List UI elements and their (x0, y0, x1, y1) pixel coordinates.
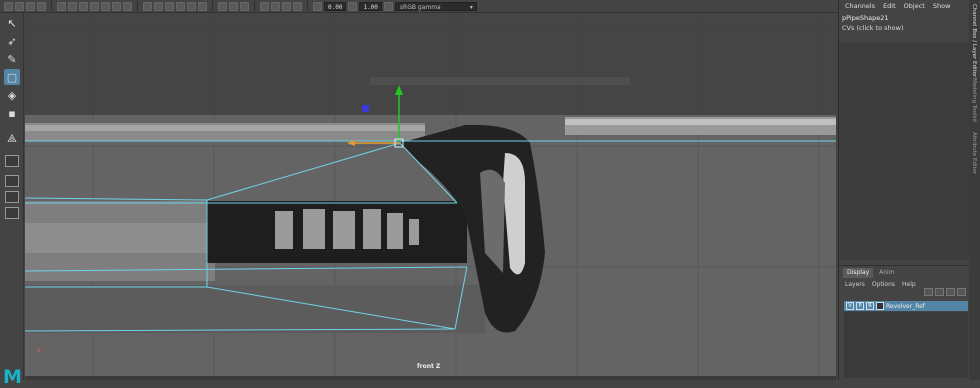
field-chart-icon[interactable] (101, 1, 110, 11)
wireframe-on-shaded-icon[interactable] (165, 1, 174, 11)
object-name[interactable]: pPipeShape21 (839, 14, 969, 22)
textured-icon[interactable] (176, 1, 185, 11)
menu-edit[interactable]: Edit (883, 2, 896, 10)
isolate-select-icon[interactable] (260, 1, 269, 11)
menu-show[interactable]: Show (933, 2, 951, 10)
toolbox: ↖ ➶ ✎ ▢ ◈ ▪ ⟁ M (0, 13, 24, 388)
toolbar-divider (137, 1, 138, 11)
viewport-panel[interactable]: z front Z (25, 13, 836, 380)
backface-culling-icon[interactable] (293, 1, 302, 11)
persp-outliner-layout-icon[interactable] (5, 191, 19, 203)
channel-box-menu: Channels Edit Object Show (839, 0, 969, 12)
side-tab-attribute-editor[interactable]: Attribute Editor (971, 132, 977, 174)
layer-playback-toggle[interactable]: P (856, 302, 864, 310)
ambient-occlusion-icon[interactable] (218, 1, 227, 11)
resolution-gate-icon[interactable] (79, 1, 88, 11)
menu-help[interactable]: Help (902, 281, 916, 288)
lights-icon[interactable] (187, 1, 196, 11)
menu-layers[interactable]: Layers (845, 281, 865, 288)
toolbar-divider (51, 1, 52, 11)
cvs-show-link[interactable]: CVs (click to show) (839, 24, 969, 32)
layer-list-area (844, 312, 968, 378)
menu-channels[interactable]: Channels (845, 2, 875, 10)
layer-row[interactable]: V P R Revolver_Ref (844, 301, 968, 311)
move-layer-up-icon[interactable] (924, 288, 933, 296)
channel-list-area (839, 42, 970, 260)
gamma-icon[interactable] (348, 1, 358, 11)
axis-indicator: z (37, 346, 41, 354)
gate-mask-icon[interactable] (90, 1, 99, 11)
tab-anim[interactable]: Anim (875, 268, 898, 278)
toolbar-divider (212, 1, 213, 11)
layer-editor: Display Anim Layers Options Help V P R R… (839, 265, 970, 380)
smooth-shade-icon[interactable] (154, 1, 163, 11)
xray-icon[interactable] (271, 1, 280, 11)
film-gate-icon[interactable] (68, 1, 77, 11)
layer-color-swatch[interactable] (876, 302, 884, 310)
channel-box-panel: Channels Edit Object Show pPipeShape21 C… (838, 0, 970, 380)
rotate-tool-icon[interactable]: ◈ (4, 87, 20, 103)
viewport-toolbar: 0.00 1.00 sRGB gamma (0, 0, 838, 13)
layer-display-type-toggle[interactable]: R (866, 302, 874, 310)
layer-name[interactable]: Revolver_Ref (886, 303, 925, 310)
move-layer-down-icon[interactable] (935, 288, 944, 296)
safe-title-icon[interactable] (123, 1, 132, 11)
depth-of-field-icon[interactable] (240, 1, 249, 11)
select-camera-icon[interactable] (4, 1, 13, 11)
xray-joints-icon[interactable] (282, 1, 291, 11)
persp-graph-layout-icon[interactable] (5, 207, 19, 219)
scale-tool-icon[interactable]: ▪ (4, 105, 20, 121)
layer-visibility-toggle[interactable]: V (846, 302, 854, 310)
menu-options[interactable]: Options (872, 281, 895, 288)
image-plane-icon[interactable] (37, 1, 46, 11)
new-layer-from-selected-icon[interactable] (957, 288, 966, 296)
menu-object[interactable]: Object (904, 2, 925, 10)
camera-attributes-icon[interactable] (15, 1, 24, 11)
anti-aliasing-icon[interactable] (229, 1, 238, 11)
select-tool-icon[interactable]: ↖ (4, 15, 20, 31)
gamma-field[interactable]: 1.00 (359, 1, 382, 11)
camera-label: front Z (417, 363, 441, 370)
shadows-icon[interactable] (198, 1, 207, 11)
toolbar-divider (307, 1, 308, 11)
wireframe-icon[interactable] (143, 1, 152, 11)
tab-display[interactable]: Display (843, 268, 874, 278)
lasso-tool-icon[interactable]: ➶ (4, 33, 20, 49)
color-space-dropdown[interactable]: sRGB gamma (394, 1, 477, 12)
single-perspective-layout-icon[interactable] (5, 155, 19, 167)
new-layer-icon[interactable] (946, 288, 955, 296)
grid-icon[interactable] (57, 1, 66, 11)
bookmarks-icon[interactable] (26, 1, 35, 11)
scene-render (25, 13, 836, 380)
maya-logo: M (3, 366, 22, 388)
side-tab-strip: Channel Box / Layer Editor Modeling Tool… (969, 0, 980, 380)
view-transform-icon[interactable] (383, 1, 393, 11)
last-tool-icon[interactable]: ⟁ (4, 131, 20, 147)
viewport-bottom-bar (25, 376, 836, 380)
four-view-layout-icon[interactable] (5, 175, 19, 187)
paint-select-icon[interactable]: ✎ (4, 51, 20, 67)
safe-action-icon[interactable] (112, 1, 121, 11)
move-tool-icon[interactable]: ▢ (4, 69, 20, 85)
exposure-field[interactable]: 0.00 (324, 1, 347, 11)
side-tab-channel-box[interactable]: Channel Box / Layer Editor (971, 4, 977, 77)
layer-action-buttons (924, 288, 966, 296)
exposure-icon[interactable] (313, 1, 322, 11)
side-tab-modeling-toolkit[interactable]: Modeling Toolkit (971, 78, 977, 122)
toolbar-divider (254, 1, 255, 11)
